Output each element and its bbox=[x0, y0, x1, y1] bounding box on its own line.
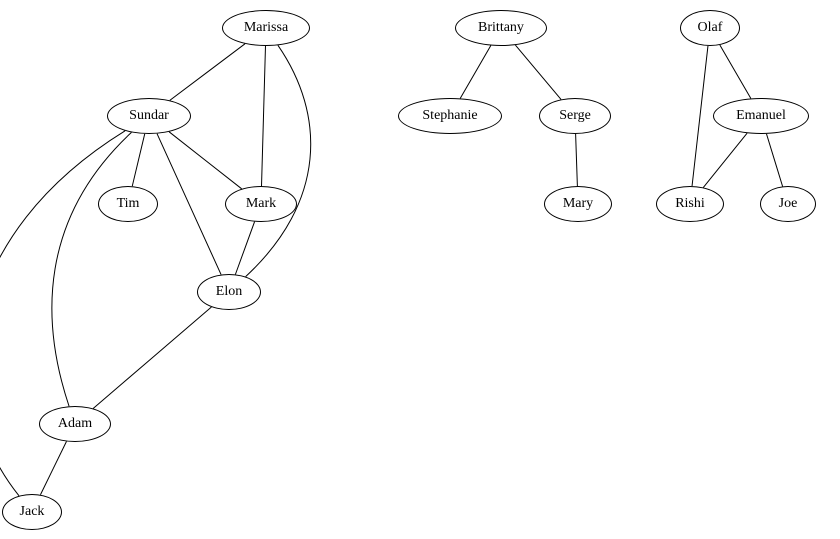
node-tim: Tim bbox=[98, 186, 158, 222]
edge-brittany-stephanie bbox=[460, 46, 491, 99]
edge-brittany-serge bbox=[515, 45, 561, 99]
edge-emanuel-rishi bbox=[703, 133, 747, 187]
node-adam: Adam bbox=[39, 406, 111, 442]
node-sundar: Sundar bbox=[107, 98, 191, 134]
edge-elon-adam bbox=[93, 307, 211, 408]
node-label: Brittany bbox=[478, 20, 524, 36]
edge-marissa-mark bbox=[262, 46, 266, 186]
edge-sundar-adam bbox=[52, 132, 132, 406]
edge-mark-elon bbox=[235, 222, 254, 275]
node-label: Elon bbox=[216, 284, 242, 300]
node-label: Olaf bbox=[698, 20, 723, 36]
node-label: Joe bbox=[779, 196, 798, 212]
graph-edges bbox=[0, 0, 840, 539]
node-label: Jack bbox=[20, 504, 45, 520]
node-label: Rishi bbox=[675, 196, 705, 212]
edge-adam-jack bbox=[40, 441, 66, 494]
edge-sundar-elon bbox=[157, 134, 221, 275]
edge-marissa-elon bbox=[246, 45, 311, 276]
node-brittany: Brittany bbox=[455, 10, 547, 46]
node-label: Mary bbox=[563, 196, 593, 212]
node-joe: Joe bbox=[760, 186, 816, 222]
node-mark: Mark bbox=[225, 186, 297, 222]
edge-emanuel-joe bbox=[766, 134, 782, 186]
edge-olaf-rishi bbox=[692, 46, 708, 186]
node-olaf: Olaf bbox=[680, 10, 740, 46]
node-label: Marissa bbox=[244, 20, 288, 36]
node-marissa: Marissa bbox=[222, 10, 310, 46]
node-serge: Serge bbox=[539, 98, 611, 134]
edge-olaf-emanuel bbox=[720, 45, 751, 98]
node-label: Adam bbox=[58, 416, 92, 432]
node-stephanie: Stephanie bbox=[398, 98, 502, 134]
edge-serge-mary bbox=[576, 134, 578, 186]
node-label: Tim bbox=[117, 196, 140, 212]
node-mary: Mary bbox=[544, 186, 612, 222]
node-rishi: Rishi bbox=[656, 186, 724, 222]
node-label: Serge bbox=[559, 108, 591, 124]
edge-sundar-tim bbox=[132, 134, 144, 186]
node-elon: Elon bbox=[197, 274, 261, 310]
node-label: Sundar bbox=[129, 108, 169, 124]
node-label: Mark bbox=[246, 196, 276, 212]
node-emanuel: Emanuel bbox=[713, 98, 809, 134]
edge-sundar-mark bbox=[169, 132, 242, 189]
node-label: Emanuel bbox=[736, 108, 786, 124]
node-label: Stephanie bbox=[422, 108, 477, 124]
node-jack: Jack bbox=[2, 494, 62, 530]
graph-canvas: Marissa Sundar Tim Mark Elon Adam Jack Brittany… bbox=[0, 0, 840, 539]
edge-marissa-sundar bbox=[170, 44, 245, 101]
